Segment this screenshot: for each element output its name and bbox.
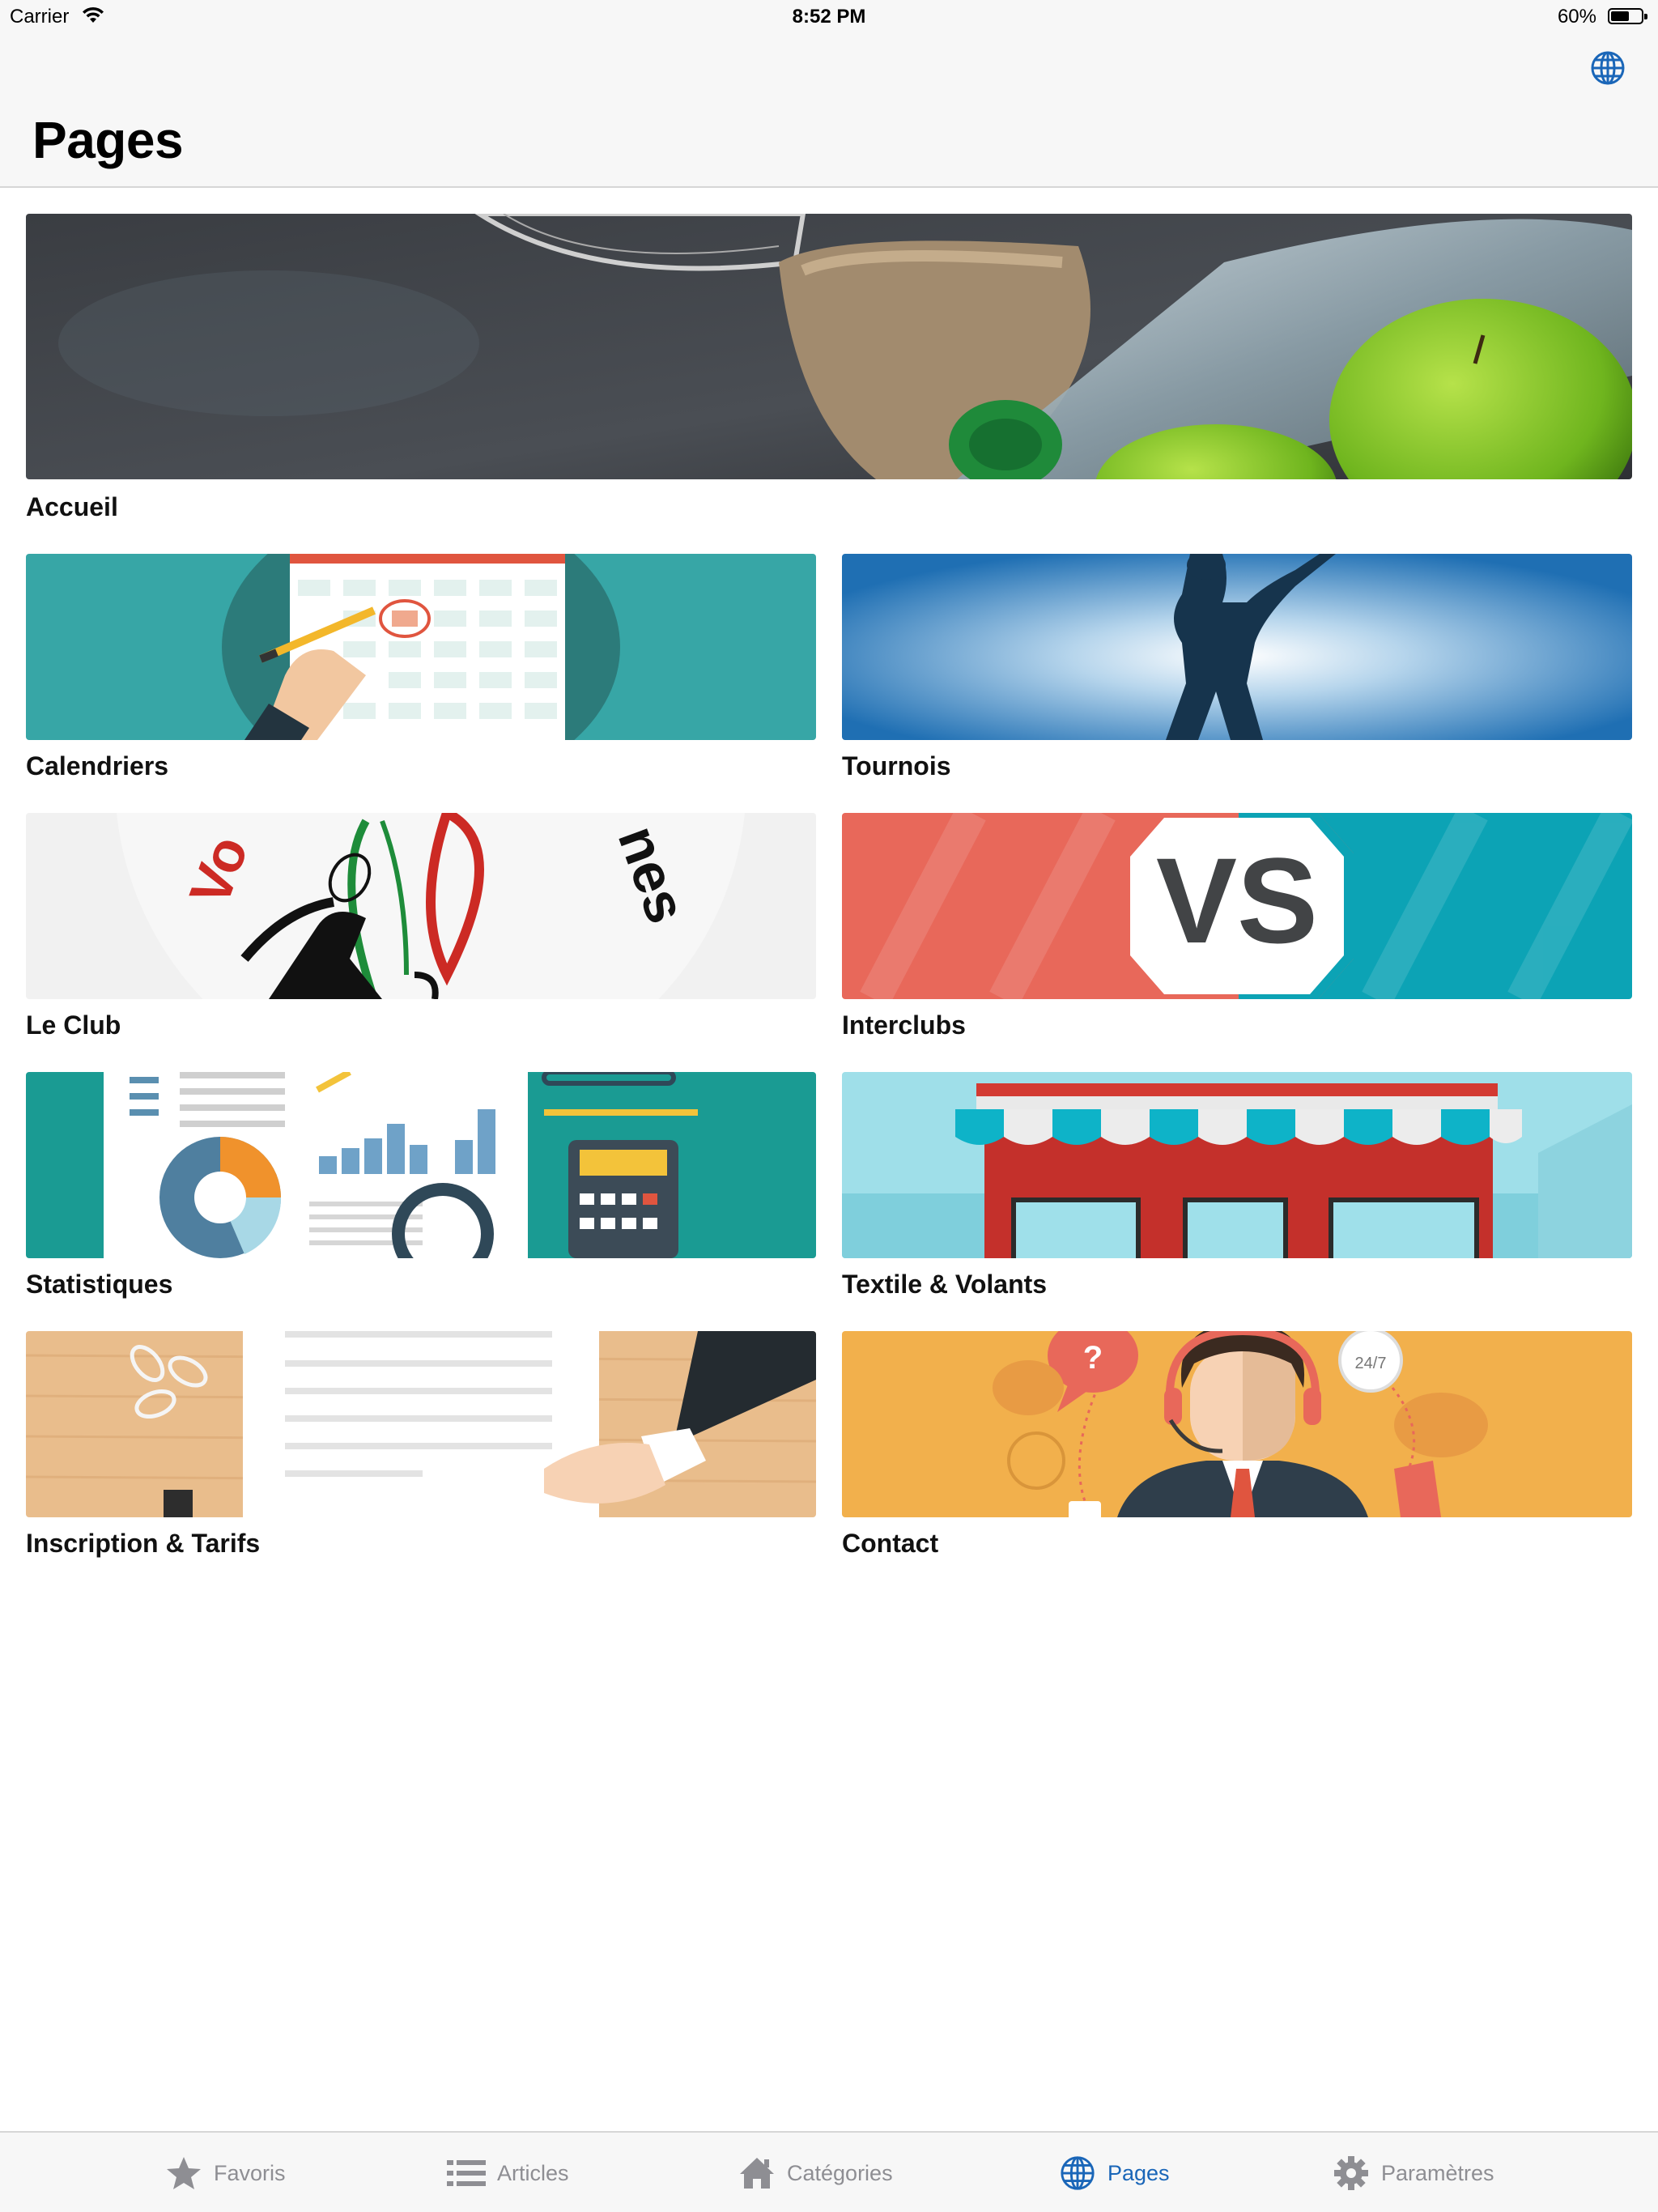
tab-bar: Favoris Articles Catégories Pages Paramè… — [0, 2131, 1658, 2212]
home-icon — [740, 2158, 774, 2189]
textile-volants-image — [842, 1072, 1632, 1258]
inscription-tarifs-image — [26, 1331, 816, 1517]
star-icon — [167, 2157, 201, 2189]
statistiques-image — [26, 1072, 816, 1258]
page-tile-interclubs[interactable]: VS Interclubs — [842, 813, 1632, 1048]
page-tile-label: Statistiques — [26, 1270, 173, 1299]
gear-icon — [1334, 2156, 1368, 2190]
page-tile-inscription-tarifs[interactable]: Inscription & Tarifs — [26, 1331, 816, 1566]
page-tile-label: Le Club — [26, 1010, 121, 1040]
page-tile-label: Tournois — [842, 751, 951, 781]
globe-icon — [1591, 51, 1625, 85]
page-tile-contact[interactable]: ? 24/7 Contact — [842, 1331, 1632, 1566]
battery-percentage: 60% — [1557, 6, 1596, 28]
tab-label: Paramètres — [1381, 2160, 1494, 2185]
tab-label: Catégories — [787, 2160, 893, 2185]
page-tile-textile-volants[interactable]: Textile & Volants — [842, 1072, 1632, 1307]
svg-text:24/7: 24/7 — [1355, 1355, 1387, 1372]
globe-icon — [1061, 2156, 1095, 2190]
calendriers-image — [26, 554, 816, 740]
page-tile-label: Textile & Volants — [842, 1270, 1048, 1299]
page-tile-tournois[interactable]: Tournois — [842, 554, 1632, 789]
accueil-image — [26, 214, 1632, 479]
page-tile-le-club[interactable]: Vo nes Le Club — [26, 813, 816, 1048]
tab-categories[interactable]: Catégories — [738, 2150, 893, 2196]
contact-image: ? 24/7 — [842, 1331, 1632, 1517]
page-tile-calendriers[interactable]: Calendriers — [26, 554, 816, 789]
tab-parametres[interactable]: Paramètres — [1333, 2150, 1494, 2196]
tournois-image — [842, 554, 1632, 740]
svg-text:VS: VS — [1156, 832, 1318, 968]
page-tile-label: Contact — [842, 1529, 939, 1558]
tab-label: Favoris — [214, 2160, 286, 2185]
tab-favoris[interactable]: Favoris — [165, 2150, 286, 2196]
status-bar: Carrier 8:52 PM 60% — [0, 0, 1658, 32]
tab-pages[interactable]: Pages — [1059, 2150, 1170, 2196]
list-icon — [447, 2160, 486, 2186]
interclubs-image: VS — [842, 813, 1632, 999]
clock: 8:52 PM — [792, 6, 866, 28]
navigation-bar: Pages — [0, 32, 1658, 188]
page-tile-label: Inscription & Tarifs — [26, 1529, 261, 1558]
language-globe-button[interactable] — [1588, 49, 1627, 87]
tab-label: Pages — [1107, 2160, 1170, 2185]
page-tile-statistiques[interactable]: Statistiques — [26, 1072, 816, 1307]
le-club-image: Vo nes — [26, 813, 816, 999]
page-tile-label: Calendriers — [26, 751, 169, 781]
page-tile-label: Accueil — [26, 492, 118, 521]
svg-text:?: ? — [1083, 1340, 1103, 1376]
tab-articles[interactable]: Articles — [447, 2150, 569, 2196]
page-tile-label: Interclubs — [842, 1010, 966, 1040]
tab-label: Articles — [497, 2160, 569, 2185]
page-tile-accueil[interactable]: Accueil — [26, 214, 1632, 530]
page-title: Pages — [32, 111, 184, 169]
battery-icon — [1608, 8, 1647, 24]
